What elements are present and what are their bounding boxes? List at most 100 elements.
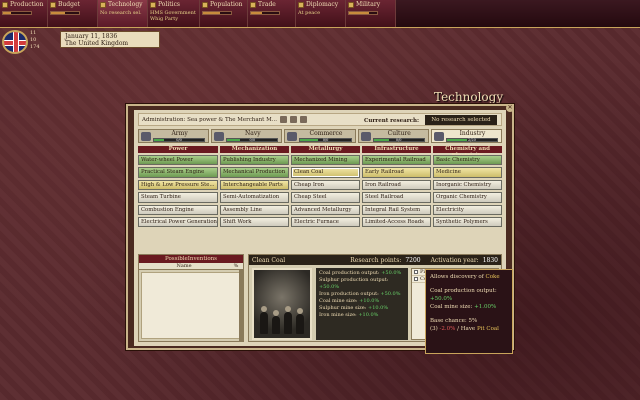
column-name[interactable]: Name <box>139 263 229 269</box>
effect-row: Sulphur production output: +50.0% <box>319 277 389 290</box>
tab-politics[interactable]: Politics HMS Government Whig Party <box>148 0 200 27</box>
tech-effects: Coal production output: +50.0% Sulphur pr… <box>316 268 408 340</box>
book-icon <box>360 132 371 141</box>
tab-population[interactable]: Population <box>200 0 248 27</box>
tech-button[interactable]: Shift Work <box>219 216 289 228</box>
tech-button[interactable]: Early Railroad <box>362 167 432 178</box>
union-jack-flag-icon[interactable] <box>2 30 28 54</box>
commerce-icon <box>287 132 298 141</box>
population-bar <box>202 11 232 15</box>
tab-military[interactable]: Military <box>346 0 396 27</box>
current-date: January 11, 1836 <box>65 33 118 40</box>
effect-row: Coal production output: +50.0% <box>319 270 402 276</box>
current-research-value: No research selected <box>425 115 497 125</box>
tech-button[interactable]: Electrical Power Generation <box>138 216 218 228</box>
tech-button[interactable]: Practical Steam Engine <box>138 167 218 178</box>
tech-button[interactable]: Inorganic Chemistry <box>433 179 503 191</box>
research-points-label: Research points: <box>350 256 402 264</box>
country-name: The United Kingdom <box>65 40 129 47</box>
factory-icon <box>2 1 8 8</box>
tech-button[interactable]: Cheap Iron <box>290 179 360 191</box>
trade-icon <box>250 1 256 8</box>
effect-row: Sulphur mine size: +10.0% <box>319 305 389 311</box>
tech-button[interactable]: Publishing Industry <box>219 155 289 166</box>
culture-progress: 0/0 <box>372 138 425 142</box>
navy-progress: 0/0 <box>226 138 279 142</box>
category-industry[interactable]: Industry 2/20 <box>430 129 503 143</box>
checkbox-icon <box>414 270 418 274</box>
tech-column: Mechanization Publishing Industry Mechanic… <box>219 146 289 251</box>
tech-button[interactable]: Semi-Automatization <box>219 192 289 203</box>
close-icon[interactable]: ✕ <box>506 104 514 112</box>
gear-icon[interactable] <box>290 116 298 123</box>
tech-button[interactable]: Electric Furnace <box>290 216 360 228</box>
industry-value: 10 <box>30 37 37 43</box>
tech-button[interactable]: Combustion Engine <box>138 204 218 215</box>
category-navy[interactable]: Navy 0/0 <box>211 129 283 143</box>
army-progress: 0/0 <box>153 138 206 142</box>
date-box[interactable]: January 11, 1836 The United Kingdom <box>60 31 160 48</box>
effect-row: Iron mine size: +10.0% <box>319 312 379 318</box>
ruling-party: Whig Party <box>150 16 179 22</box>
tech-column: Chemistry and ElectricityBasic Chemistry… <box>433 146 503 251</box>
current-research-label: Current research: <box>364 118 419 124</box>
category-commerce[interactable]: Commerce 0/0 <box>284 129 356 143</box>
tech-button[interactable]: Basic Chemistry <box>433 155 503 166</box>
tech-button[interactable]: Integral Rail System <box>362 204 432 215</box>
coins-icon <box>50 1 56 8</box>
category-army[interactable]: Army 0/0 <box>138 129 210 143</box>
tech-name: Clean Coal <box>252 256 286 264</box>
column-header: Mechanization <box>219 146 289 153</box>
tech-button[interactable]: Mechanized Mining <box>290 155 360 166</box>
diplomacy-icon <box>298 1 304 8</box>
column-header: Chemistry and Electricity <box>433 146 503 159</box>
tab-budget[interactable]: Budget <box>48 0 98 27</box>
tech-button[interactable]: Mechanical Production <box>219 167 289 178</box>
column-header: Metallurgy <box>290 146 360 153</box>
shield-icon[interactable] <box>300 116 308 123</box>
tech-button[interactable]: Cheap Steel <box>290 192 360 203</box>
tech-button[interactable]: Electricity <box>433 204 503 215</box>
effect-row: Iron production output: +50.0% <box>319 291 401 297</box>
column-percent[interactable]: % <box>229 263 243 269</box>
tab-production[interactable]: Production <box>0 0 48 27</box>
tech-button[interactable]: Interchangeable Parts <box>219 179 289 191</box>
top-bar: Production Budget Technology No research… <box>0 0 640 28</box>
tech-button[interactable]: Medicine <box>433 167 503 178</box>
effect-row: Coal mine size: +10.0% <box>319 298 380 304</box>
tab-trade[interactable]: Trade <box>248 0 296 27</box>
tech-button[interactable]: Assembly Line <box>219 204 289 215</box>
tech-button[interactable]: Steam Turbine <box>138 192 218 203</box>
tech-image <box>252 268 312 340</box>
cannon-icon <box>141 132 151 141</box>
nation-stats: 11 10 174 <box>30 30 60 51</box>
window-title: Technology <box>434 90 504 104</box>
tech-column: Infrastructure Experimental Railroad Early… <box>362 146 432 251</box>
possible-inventions-panel: PossibleInventions Name % <box>138 254 244 342</box>
military-value: 174 <box>30 44 40 50</box>
anchor-icon <box>214 132 225 141</box>
tech-button[interactable]: Synthetic Polymers <box>433 216 503 228</box>
tab-diplomacy[interactable]: Diplomacy At peace <box>296 0 346 27</box>
activation-year-label: Activation year: <box>430 256 479 264</box>
inventions-header: Name % <box>139 263 243 270</box>
tech-button[interactable]: Organic Chemistry <box>433 192 503 203</box>
tech-button[interactable]: Limited-Access Roads <box>362 216 432 228</box>
tech-button[interactable]: Advanced Metallurgy <box>290 204 360 215</box>
tech-button[interactable]: Iron Railroad <box>362 179 432 191</box>
tech-button[interactable]: Experimental Railroad <box>362 155 432 166</box>
tech-button[interactable]: Steel Railroad <box>362 192 432 203</box>
research-points-value: 7200 <box>405 256 421 264</box>
category-culture[interactable]: Culture 0/0 <box>357 129 429 143</box>
tech-button[interactable]: Water-wheel Power <box>138 155 218 166</box>
industry-progress: 2/20 <box>445 138 499 142</box>
tech-button[interactable]: High & Low Pressure Ste... <box>138 179 218 191</box>
tech-button[interactable]: Clean Coal <box>290 167 360 178</box>
tab-technology[interactable]: Technology No research sel. <box>98 0 148 27</box>
inventions-scrollbar[interactable] <box>239 270 243 341</box>
sword-icon[interactable] <box>280 116 288 123</box>
checkbox-icon <box>414 277 418 281</box>
column-header: Power <box>138 146 218 153</box>
trade-bar <box>250 11 280 15</box>
tech-column: Metallurgy Mechanized Mining Clean Coal Che… <box>290 146 360 251</box>
